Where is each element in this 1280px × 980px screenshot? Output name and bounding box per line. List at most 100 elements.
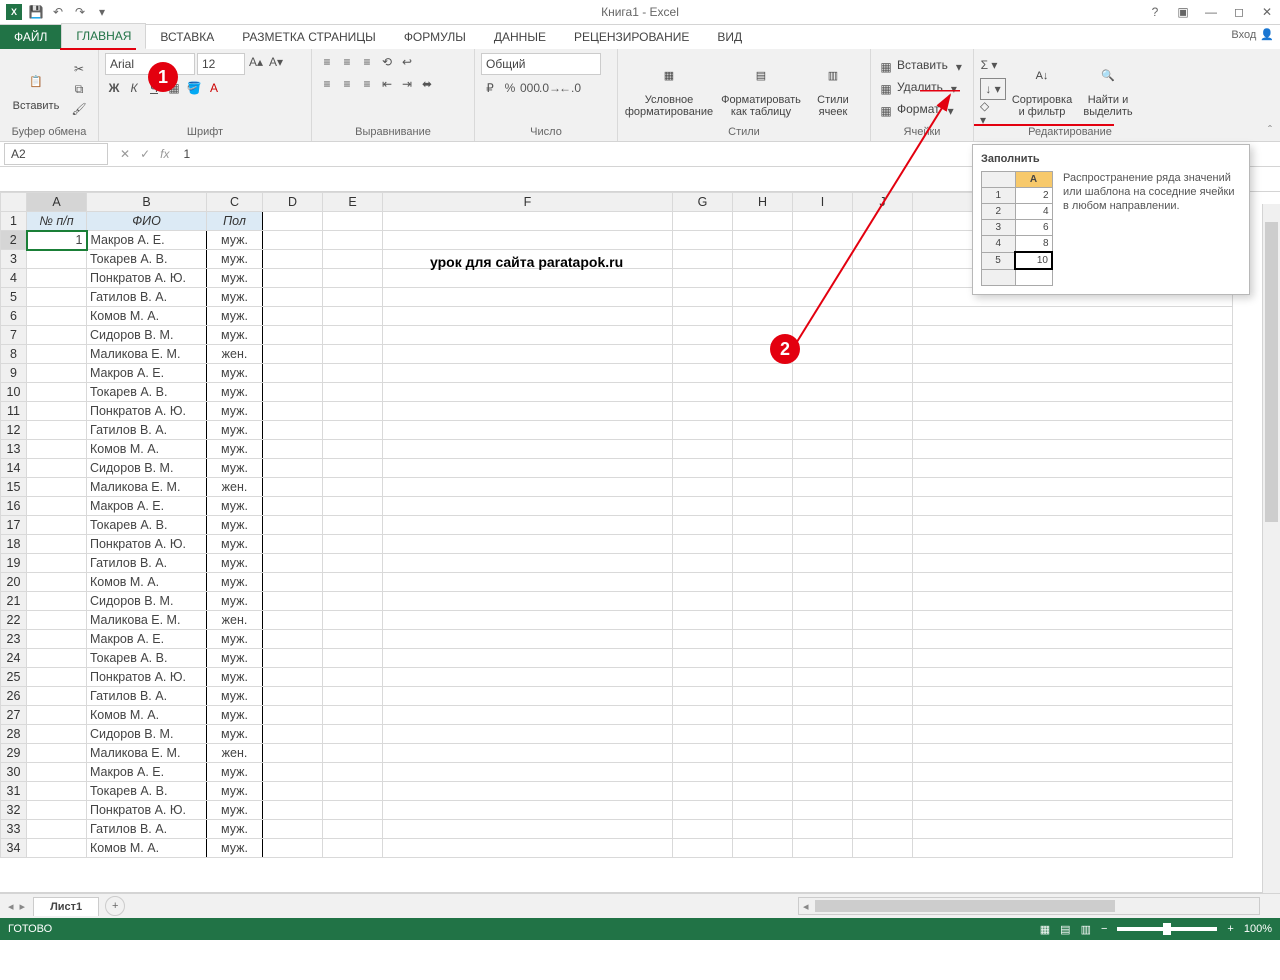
decrease-font-icon[interactable]: A▾ <box>267 53 285 71</box>
grid-row[interactable]: 23Макров А. Е.муж. <box>1 630 1233 649</box>
grid-row[interactable]: 28Сидоров В. М.муж. <box>1 725 1233 744</box>
italic-button[interactable]: К <box>125 79 143 97</box>
grid-row[interactable]: 6Комов М. А.муж. <box>1 307 1233 326</box>
autosum-icon[interactable]: Σ ▾ <box>980 56 998 74</box>
vertical-scrollbar[interactable] <box>1262 204 1280 902</box>
grid-row[interactable]: 21Сидоров В. М.муж. <box>1 592 1233 611</box>
clear-icon[interactable]: ◇ ▾ <box>980 104 998 122</box>
redo-icon[interactable]: ↷ <box>72 4 88 20</box>
grid-row[interactable]: 15Маликова Е. М.жен. <box>1 478 1233 497</box>
zoom-value[interactable]: 100% <box>1244 923 1272 935</box>
format-painter-icon[interactable]: 🖌 <box>70 100 88 118</box>
col-header-J[interactable]: J <box>853 193 913 212</box>
horizontal-scrollbar[interactable]: ◂ <box>798 897 1260 915</box>
grid-row[interactable]: 16Макров А. Е.муж. <box>1 497 1233 516</box>
sheet-nav-prev-icon[interactable]: ◂ <box>8 900 14 913</box>
tab-insert[interactable]: ВСТАВКА <box>146 25 228 49</box>
undo-icon[interactable]: ↶ <box>50 4 66 20</box>
grid-row[interactable]: 18Понкратов А. Ю.муж. <box>1 535 1233 554</box>
grid-row[interactable]: 10Токарев А. В.муж. <box>1 383 1233 402</box>
close-icon[interactable]: ✕ <box>1258 3 1276 21</box>
col-header-D[interactable]: D <box>263 193 323 212</box>
find-select-button[interactable]: 🔍Найти и выделить <box>1078 53 1138 125</box>
grid-row[interactable]: 22Маликова Е. М.жен. <box>1 611 1233 630</box>
decrease-decimal-icon[interactable]: ←.0 <box>561 79 579 97</box>
grid-row[interactable]: 32Понкратов А. Ю.муж. <box>1 801 1233 820</box>
paste-button[interactable]: 📋 Вставить <box>6 53 66 125</box>
font-size-combo[interactable]: 12 <box>197 53 245 75</box>
qat-dropdown-icon[interactable]: ▾ <box>94 4 110 20</box>
format-cells-button[interactable]: ▦Формат▾ <box>877 102 968 120</box>
delete-cells-button[interactable]: ▦Удалить▾ <box>877 80 968 98</box>
zoom-in-icon[interactable]: + <box>1227 923 1233 935</box>
merge-icon[interactable]: ⬌ <box>418 75 436 93</box>
collapse-ribbon-icon[interactable]: ˆ <box>1268 123 1272 137</box>
sort-filter-button[interactable]: A↓Сортировка и фильтр <box>1010 53 1074 125</box>
grid-row[interactable]: 14Сидоров В. М.муж. <box>1 459 1233 478</box>
align-right-icon[interactable]: ≡ <box>358 75 376 93</box>
grid-row[interactable]: 13Комов М. А.муж. <box>1 440 1233 459</box>
grid-row[interactable]: 19Гатилов В. А.муж. <box>1 554 1233 573</box>
grid-row[interactable]: 25Понкратов А. Ю.муж. <box>1 668 1233 687</box>
tab-file[interactable]: ФАЙЛ <box>0 25 61 49</box>
grid-row[interactable]: 26Гатилов В. А.муж. <box>1 687 1233 706</box>
align-middle-icon[interactable]: ≡ <box>338 53 356 71</box>
col-header-B[interactable]: B <box>87 193 207 212</box>
col-header-F[interactable]: F <box>383 193 673 212</box>
vscroll-thumb[interactable] <box>1265 222 1278 522</box>
format-as-table-button[interactable]: ▤Форматировать как таблицу <box>718 53 804 125</box>
grid-row[interactable]: 9Макров А. Е.муж. <box>1 364 1233 383</box>
view-page-layout-icon[interactable]: ▤ <box>1060 923 1070 936</box>
conditional-formatting-button[interactable]: ▦Условное форматирование <box>624 53 714 125</box>
increase-indent-icon[interactable]: ⇥ <box>398 75 416 93</box>
cancel-formula-icon[interactable]: ✕ <box>120 147 130 161</box>
sheet-tab-1[interactable]: Лист1 <box>33 897 99 916</box>
fx-icon[interactable]: fx <box>160 147 169 161</box>
view-page-break-icon[interactable]: ▥ <box>1081 923 1091 936</box>
sign-in[interactable]: Вход👤 <box>1231 28 1274 41</box>
add-sheet-button[interactable]: + <box>105 896 125 916</box>
grid-row[interactable]: 17Токарев А. В.муж. <box>1 516 1233 535</box>
col-header-C[interactable]: C <box>207 193 263 212</box>
cell-styles-button[interactable]: ▥Стили ячеек <box>808 53 858 125</box>
zoom-out-icon[interactable]: − <box>1101 923 1107 935</box>
name-box[interactable]: A2 <box>4 143 108 165</box>
grid-row[interactable]: 29Маликова Е. М.жен. <box>1 744 1233 763</box>
increase-decimal-icon[interactable]: .0→ <box>541 79 559 97</box>
col-header-G[interactable]: G <box>673 193 733 212</box>
hscroll-left-icon[interactable]: ◂ <box>799 900 813 913</box>
grid-row[interactable]: 7Сидоров В. М.муж. <box>1 326 1233 345</box>
number-format-combo[interactable]: Общий <box>481 53 601 75</box>
increase-font-icon[interactable]: A▴ <box>247 53 265 71</box>
col-header-I[interactable]: I <box>793 193 853 212</box>
ribbon-options-icon[interactable]: ▣ <box>1174 3 1192 21</box>
comma-icon[interactable]: 000 <box>521 79 539 97</box>
font-color-button[interactable]: A <box>205 79 223 97</box>
decrease-indent-icon[interactable]: ⇤ <box>378 75 396 93</box>
currency-icon[interactable]: ₽ <box>481 79 499 97</box>
wrap-text-icon[interactable]: ↩ <box>398 53 416 71</box>
col-header-A[interactable]: A <box>27 193 87 212</box>
tab-home[interactable]: ГЛАВНАЯ <box>61 23 146 49</box>
align-left-icon[interactable]: ≡ <box>318 75 336 93</box>
hscroll-thumb[interactable] <box>815 900 1115 912</box>
zoom-slider[interactable] <box>1117 927 1217 931</box>
tab-view[interactable]: ВИД <box>703 25 756 49</box>
grid-row[interactable]: 33Гатилов В. А.муж. <box>1 820 1233 839</box>
minimize-icon[interactable]: — <box>1202 3 1220 21</box>
save-icon[interactable]: 💾 <box>28 4 44 20</box>
help-icon[interactable]: ? <box>1146 3 1164 21</box>
grid-row[interactable]: 8Маликова Е. М.жен. <box>1 345 1233 364</box>
orientation-icon[interactable]: ⟲ <box>378 53 396 71</box>
enter-formula-icon[interactable]: ✓ <box>140 147 150 161</box>
tab-formulas[interactable]: ФОРМУЛЫ <box>390 25 480 49</box>
fill-color-button[interactable]: 🪣 <box>185 79 203 97</box>
align-center-icon[interactable]: ≡ <box>338 75 356 93</box>
grid-row[interactable]: 27Комов М. А.муж. <box>1 706 1233 725</box>
grid-row[interactable]: 20Комов М. А.муж. <box>1 573 1233 592</box>
percent-icon[interactable]: % <box>501 79 519 97</box>
copy-icon[interactable]: ⧉ <box>70 80 88 98</box>
grid-row[interactable]: 12Гатилов В. А.муж. <box>1 421 1233 440</box>
grid-row[interactable]: 11Понкратов А. Ю.муж. <box>1 402 1233 421</box>
grid-row[interactable]: 30Макров А. Е.муж. <box>1 763 1233 782</box>
